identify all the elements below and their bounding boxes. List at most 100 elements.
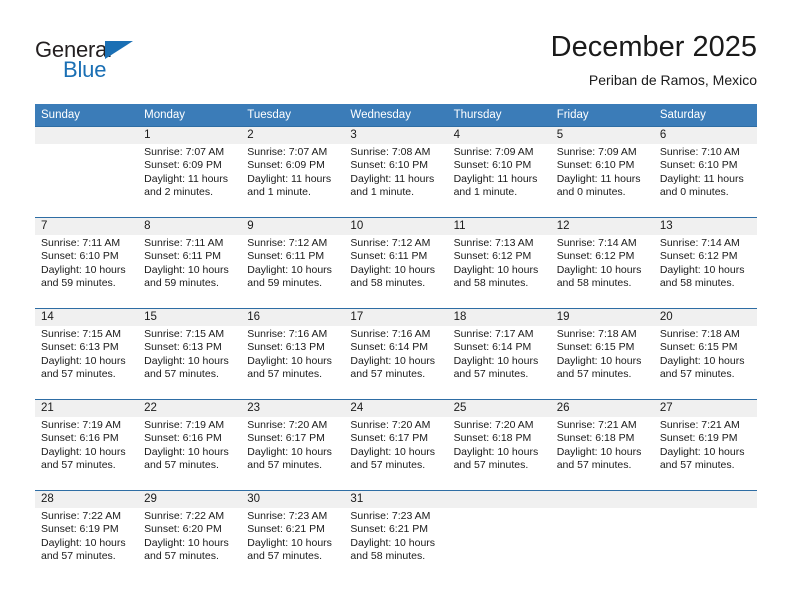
day-number[interactable]: 4 [448,127,551,144]
day-cell[interactable]: Sunrise: 7:14 AM Sunset: 6:12 PM Dayligh… [654,235,757,308]
sunrise-text: Sunrise: 7:07 AM [144,146,225,158]
calendar-page: General Blue December 2025 Periban de Ra… [0,0,792,612]
day-cell[interactable]: Sunrise: 7:22 AM Sunset: 6:19 PM Dayligh… [35,508,138,581]
day-cell[interactable]: Sunrise: 7:07 AM Sunset: 6:09 PM Dayligh… [241,144,344,217]
day-number[interactable]: 29 [138,491,241,508]
day-cell[interactable]: Sunrise: 7:18 AM Sunset: 6:15 PM Dayligh… [551,326,654,399]
day-number[interactable]: 5 [551,127,654,144]
sunrise-text: Sunrise: 7:12 AM [350,237,431,249]
day-number[interactable]: 1 [138,127,241,144]
day-number[interactable] [551,491,654,508]
day-number[interactable]: 7 [35,218,138,235]
sunrise-text: Sunrise: 7:20 AM [453,419,534,431]
daylight-text-line1: Daylight: 11 hours [453,172,538,185]
day-cell[interactable]: Sunrise: 7:16 AM Sunset: 6:14 PM Dayligh… [344,326,447,399]
sunrise-text: Sunrise: 7:14 AM [556,237,637,249]
general-blue-logo[interactable]: General Blue [35,37,165,82]
daylight-text-line1: Daylight: 11 hours [556,172,641,185]
day-number[interactable]: 8 [138,218,241,235]
day-number[interactable]: 12 [551,218,654,235]
day-cell[interactable]: Sunrise: 7:19 AM Sunset: 6:16 PM Dayligh… [35,417,138,490]
day-number[interactable]: 24 [344,400,447,417]
day-cell[interactable]: Sunrise: 7:12 AM Sunset: 6:11 PM Dayligh… [344,235,447,308]
day-number[interactable]: 21 [35,400,138,417]
daylight-text-line1: Daylight: 10 hours [350,536,436,549]
day-cell[interactable]: Sunrise: 7:10 AM Sunset: 6:10 PM Dayligh… [654,144,757,217]
sunset-text: Sunset: 6:15 PM [556,341,635,354]
day-cell[interactable] [448,508,551,581]
day-number[interactable]: 27 [654,400,757,417]
day-cell[interactable]: Sunrise: 7:19 AM Sunset: 6:16 PM Dayligh… [138,417,241,490]
day-cell[interactable]: Sunrise: 7:16 AM Sunset: 6:13 PM Dayligh… [241,326,344,399]
daylight-text-line1: Daylight: 10 hours [659,263,745,276]
day-cell[interactable]: Sunrise: 7:22 AM Sunset: 6:20 PM Dayligh… [138,508,241,581]
daylight-text-line2: and 0 minutes. [659,186,729,199]
day-number[interactable] [654,491,757,508]
day-number[interactable]: 6 [654,127,757,144]
day-cell[interactable]: Sunrise: 7:11 AM Sunset: 6:10 PM Dayligh… [35,235,138,308]
daylight-text-line2: and 57 minutes. [453,368,529,381]
day-number-band: 21 22 23 24 25 26 27 [35,400,757,417]
day-cell[interactable]: Sunrise: 7:18 AM Sunset: 6:15 PM Dayligh… [654,326,757,399]
day-number[interactable]: 25 [448,400,551,417]
daylight-text-line2: and 58 minutes. [556,277,632,290]
day-cell[interactable]: Sunrise: 7:11 AM Sunset: 6:11 PM Dayligh… [138,235,241,308]
day-number[interactable]: 10 [344,218,447,235]
day-number[interactable]: 20 [654,309,757,326]
day-cell[interactable]: Sunrise: 7:08 AM Sunset: 6:10 PM Dayligh… [344,144,447,217]
day-number[interactable]: 22 [138,400,241,417]
day-number[interactable]: 15 [138,309,241,326]
weekday-header-tuesday: Tuesday [247,109,291,121]
daylight-text-line1: Daylight: 10 hours [556,354,642,367]
day-number[interactable]: 2 [241,127,344,144]
day-cell[interactable]: Sunrise: 7:14 AM Sunset: 6:12 PM Dayligh… [551,235,654,308]
day-number[interactable] [35,127,138,144]
day-cell[interactable] [654,508,757,581]
calendar-week-row: 14 15 16 17 18 19 20 Sunrise: 7:15 AM Su… [35,308,757,399]
day-cell[interactable]: Sunrise: 7:09 AM Sunset: 6:10 PM Dayligh… [551,144,654,217]
day-cell[interactable]: Sunrise: 7:20 AM Sunset: 6:17 PM Dayligh… [344,417,447,490]
day-cell[interactable]: Sunrise: 7:23 AM Sunset: 6:21 PM Dayligh… [241,508,344,581]
day-number[interactable]: 11 [448,218,551,235]
day-cell[interactable]: Sunrise: 7:17 AM Sunset: 6:14 PM Dayligh… [448,326,551,399]
day-cell[interactable]: Sunrise: 7:07 AM Sunset: 6:09 PM Dayligh… [138,144,241,217]
day-number[interactable]: 28 [35,491,138,508]
day-number[interactable]: 16 [241,309,344,326]
logo-triangle-icon [105,41,133,59]
day-cell[interactable]: Sunrise: 7:23 AM Sunset: 6:21 PM Dayligh… [344,508,447,581]
sunset-text: Sunset: 6:18 PM [453,432,532,445]
daylight-text-line1: Daylight: 10 hours [144,354,229,367]
day-number[interactable]: 19 [551,309,654,326]
day-number[interactable] [448,491,551,508]
day-cell[interactable]: Sunrise: 7:20 AM Sunset: 6:17 PM Dayligh… [241,417,344,490]
day-number[interactable]: 18 [448,309,551,326]
day-detail-band: Sunrise: 7:19 AM Sunset: 6:16 PM Dayligh… [35,417,757,490]
day-cell[interactable]: Sunrise: 7:20 AM Sunset: 6:18 PM Dayligh… [448,417,551,490]
daylight-text-line2: and 57 minutes. [247,459,322,472]
daylight-text-line1: Daylight: 11 hours [144,172,228,185]
sunrise-text: Sunrise: 7:21 AM [556,419,637,431]
day-number[interactable]: 3 [344,127,447,144]
day-cell[interactable]: Sunrise: 7:12 AM Sunset: 6:11 PM Dayligh… [241,235,344,308]
day-number[interactable]: 30 [241,491,344,508]
day-cell[interactable]: Sunrise: 7:21 AM Sunset: 6:18 PM Dayligh… [551,417,654,490]
day-cell[interactable] [551,508,654,581]
day-cell[interactable]: Sunrise: 7:21 AM Sunset: 6:19 PM Dayligh… [654,417,757,490]
day-number[interactable]: 17 [344,309,447,326]
day-number[interactable]: 13 [654,218,757,235]
day-cell[interactable] [35,144,138,217]
sunrise-text: Sunrise: 7:11 AM [144,237,224,249]
day-number[interactable]: 26 [551,400,654,417]
daylight-text-line2: and 57 minutes. [453,459,529,472]
day-number[interactable]: 14 [35,309,138,326]
day-cell[interactable]: Sunrise: 7:15 AM Sunset: 6:13 PM Dayligh… [35,326,138,399]
day-number[interactable]: 9 [241,218,344,235]
day-detail-band: Sunrise: 7:22 AM Sunset: 6:19 PM Dayligh… [35,508,757,581]
sunset-text: Sunset: 6:10 PM [41,250,119,263]
sunset-text: Sunset: 6:19 PM [41,523,119,536]
day-cell[interactable]: Sunrise: 7:13 AM Sunset: 6:12 PM Dayligh… [448,235,551,308]
day-number[interactable]: 23 [241,400,344,417]
day-number[interactable]: 31 [344,491,447,508]
day-cell[interactable]: Sunrise: 7:09 AM Sunset: 6:10 PM Dayligh… [448,144,551,217]
day-cell[interactable]: Sunrise: 7:15 AM Sunset: 6:13 PM Dayligh… [138,326,241,399]
